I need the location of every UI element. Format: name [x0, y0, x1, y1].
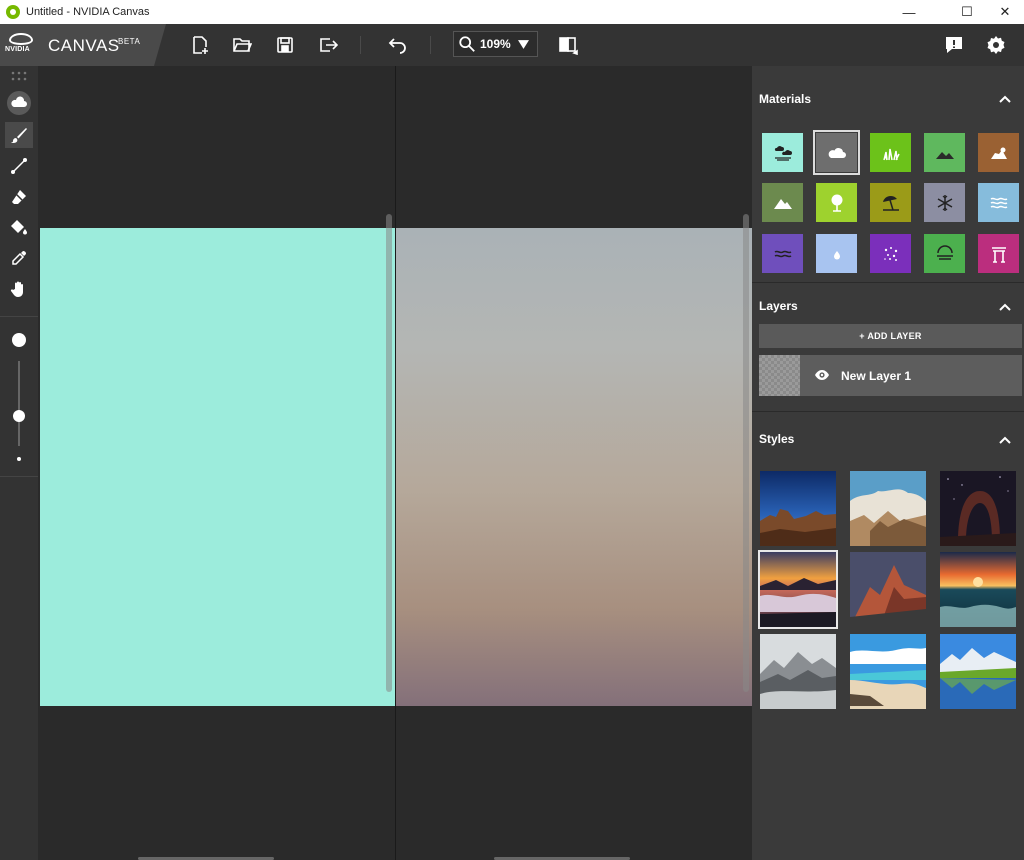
brush-size-min-indicator [17, 457, 21, 461]
style-thumb-red-peaks[interactable] [850, 552, 926, 627]
brush-size-max-indicator [12, 333, 26, 347]
water-icon [990, 197, 1007, 208]
zoom-icon [459, 36, 475, 52]
drag-grip-icon[interactable] [11, 71, 27, 81]
export-icon[interactable] [317, 34, 339, 56]
material-swatch-cloud[interactable] [813, 130, 860, 175]
top-toolbar: NVIDIA CANVAS BETA 109% [0, 24, 1024, 66]
material-swatch-grass[interactable] [870, 133, 911, 172]
cloud-icon [828, 147, 846, 158]
grass-icon [882, 148, 900, 160]
brush-size-slider-thumb[interactable] [13, 410, 25, 422]
hill-icon [935, 151, 954, 159]
segmentation-canvas[interactable] [40, 228, 395, 706]
save-icon[interactable] [274, 34, 296, 56]
eyedropper-tool[interactable] [5, 245, 33, 271]
material-swatch-sand[interactable] [870, 183, 911, 222]
style-thumb-starry-arch[interactable] [940, 471, 1016, 546]
material-swatch-water[interactable] [978, 183, 1019, 222]
pan-hand-icon [10, 281, 23, 297]
paint-brush-tool[interactable] [5, 122, 33, 148]
brand-block: NVIDIA CANVAS BETA [0, 24, 166, 66]
zoom-value: 109% [480, 37, 511, 51]
line-tool[interactable] [5, 153, 33, 179]
style-thumb-ocean-sunset[interactable] [940, 552, 1016, 627]
material-swatch-mountain[interactable] [762, 183, 803, 222]
close-button[interactable]: ✕ [982, 0, 1024, 24]
eraser-icon [12, 190, 26, 204]
sparkle-icon [883, 246, 897, 261]
material-swatch-hill[interactable] [924, 133, 965, 172]
material-swatch-flower[interactable] [870, 234, 911, 273]
styles-collapse-chevron-icon[interactable] [999, 436, 1011, 444]
material-brush-icon [7, 91, 31, 115]
materials-collapse-chevron-icon[interactable] [999, 95, 1011, 103]
material-swatch-sky[interactable] [762, 133, 803, 172]
gate-icon [991, 246, 1006, 263]
layers-collapse-chevron-icon[interactable] [999, 303, 1011, 311]
brush-size-slider-track[interactable] [18, 361, 20, 446]
beach-icon [882, 195, 899, 211]
material-swatch-structure[interactable] [978, 234, 1019, 273]
style-thumb-misty-mountains[interactable] [760, 634, 836, 709]
right-vertical-scrollbar[interactable] [743, 214, 749, 692]
right-panel: Materials Layers + ADD LAYER New Layer 1… [752, 66, 1024, 860]
material-swatch-snow[interactable] [924, 183, 965, 222]
style-thumb-sunset-fog[interactable] [758, 550, 838, 629]
fill-bucket-tool[interactable] [5, 214, 33, 240]
snowflake-icon [937, 194, 952, 211]
window-title-bar: Untitled - NVIDIA Canvas — ☐ ✕ [0, 0, 1024, 24]
styles-heading: Styles [759, 432, 795, 446]
new-file-icon[interactable] [189, 34, 211, 56]
nvidia-logo: NVIDIA [5, 33, 37, 57]
line-icon [11, 158, 27, 174]
window-title: Untitled - NVIDIA Canvas [26, 6, 150, 18]
zoom-control[interactable]: 109% [453, 31, 538, 57]
add-layer-button[interactable]: + ADD LAYER [759, 324, 1022, 348]
style-thumb-beach-sky[interactable] [850, 634, 926, 709]
material-brush-tool[interactable] [5, 90, 33, 116]
waves-icon [774, 250, 791, 257]
fill-bucket-icon [11, 220, 27, 235]
materials-heading: Materials [759, 92, 812, 106]
layer-thumbnail [759, 355, 800, 396]
canvas-workspace [38, 66, 752, 860]
open-folder-icon[interactable] [231, 34, 253, 56]
undo-icon[interactable] [386, 34, 408, 56]
settings-icon[interactable] [985, 34, 1007, 56]
paint-brush-icon [11, 128, 27, 144]
layers-heading: Layers [759, 299, 798, 313]
clouds-icon [774, 145, 792, 161]
visibility-eye-icon[interactable] [814, 368, 830, 382]
split-view-icon[interactable] [557, 34, 579, 56]
eyedropper-icon [12, 250, 27, 265]
layer-name: New Layer 1 [841, 369, 912, 383]
layer-row[interactable]: New Layer 1 [759, 355, 1022, 396]
rock-icon [990, 147, 1007, 159]
style-thumb-alpine-lake[interactable] [940, 634, 1016, 709]
app-name: CANVAS [48, 36, 120, 55]
chevron-down-icon [517, 39, 529, 49]
style-thumb-cloudy-peaks[interactable] [850, 471, 926, 546]
tool-palette [0, 66, 38, 860]
drop-icon [833, 250, 840, 259]
beta-badge: BETA [118, 37, 141, 46]
feedback-icon[interactable] [943, 34, 965, 56]
material-swatch-sea[interactable] [762, 234, 803, 273]
eraser-tool[interactable] [5, 184, 33, 210]
stream-icon [936, 244, 953, 260]
tree-icon [831, 194, 842, 212]
pan-tool[interactable] [5, 276, 33, 302]
material-swatch-tree[interactable] [816, 183, 857, 222]
material-swatch-fog[interactable] [816, 234, 857, 273]
material-swatch-river[interactable] [924, 234, 965, 273]
style-thumb-night-desert[interactable] [760, 471, 836, 546]
mountain-icon [773, 198, 792, 209]
app-icon [6, 5, 20, 19]
left-vertical-scrollbar[interactable] [386, 214, 392, 692]
minimize-button[interactable]: — [886, 0, 932, 24]
material-swatch-rock[interactable] [978, 133, 1019, 172]
output-preview [396, 228, 752, 706]
